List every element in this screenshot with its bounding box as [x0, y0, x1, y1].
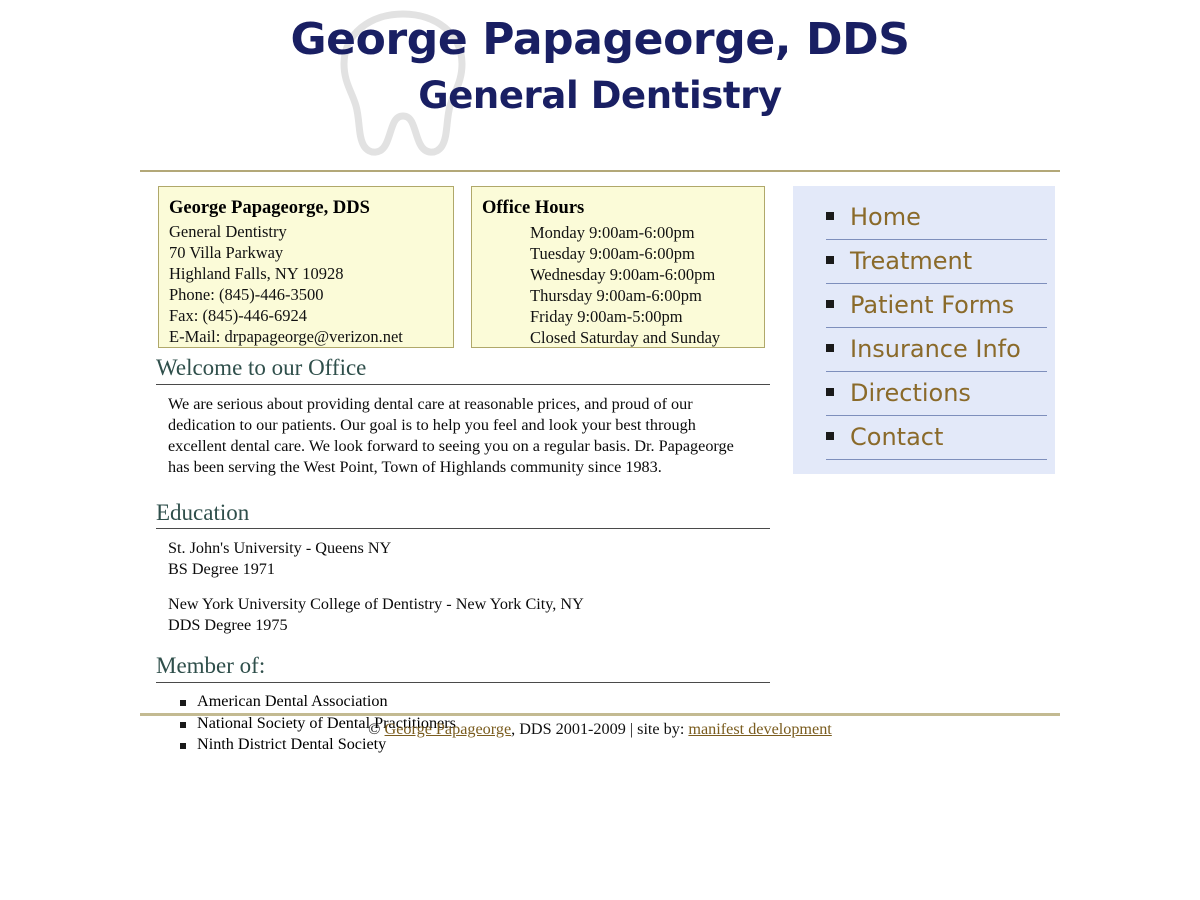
contact-line: 70 Villa Parkway: [169, 243, 284, 262]
bullet-square-icon: [826, 300, 834, 308]
education-entry: St. John's University - Queens NY BS Deg…: [168, 538, 758, 579]
education-heading: Education: [156, 499, 770, 530]
hours-line: Thursday 9:00am-6:00pm: [530, 286, 702, 306]
sidebar-item-home[interactable]: Home: [826, 200, 1047, 240]
hours-line: Monday 9:00am-6:00pm: [530, 223, 695, 243]
header-titles: George Papageorge, DDS General Dentistry: [0, 0, 1200, 115]
footer-middle-text: , DDS 2001-2009 | site by:: [511, 720, 689, 738]
welcome-paragraph: We are serious about providing dental ca…: [168, 394, 734, 476]
info-box-row: George Papageorge, DDS General Dentistry…: [140, 186, 780, 354]
sidebar-item-contact[interactable]: Contact: [826, 420, 1047, 460]
bullet-square-icon: [826, 344, 834, 352]
main-column: George Papageorge, DDS General Dentistry…: [140, 186, 780, 756]
bullet-square-icon: [826, 212, 834, 220]
bullet-square-icon: [826, 256, 834, 264]
sidebar-item-treatment[interactable]: Treatment: [826, 244, 1047, 284]
education-entry: New York University College of Dentistry…: [168, 594, 758, 635]
header-divider: [140, 170, 1060, 172]
contact-line: Fax: (845)-446-6924: [169, 305, 307, 325]
nav-link-label[interactable]: Contact: [850, 420, 1047, 454]
sidebar-item-directions[interactable]: Directions: [826, 376, 1047, 416]
site-title: George Papageorge, DDS: [290, 14, 910, 65]
nav-link-label[interactable]: Treatment: [850, 244, 1047, 278]
bullet-square-icon: [826, 388, 834, 396]
list-item: American Dental Association: [180, 691, 780, 713]
main-navigation: Home Treatment Patient Forms Insurance I…: [793, 186, 1055, 474]
education-degree: BS Degree 1971: [168, 560, 275, 579]
sidebar-item-patient-forms[interactable]: Patient Forms: [826, 288, 1047, 328]
hours-line-closed: Closed Saturday and Sunday: [530, 328, 721, 348]
footer-credit-link[interactable]: manifest development: [688, 720, 831, 738]
site-subtitle: General Dentistry: [418, 73, 782, 117]
contact-info-box: George Papageorge, DDS General Dentistry…: [158, 186, 454, 348]
page-footer: © George Papageorge, DDS 2001-2009 | sit…: [0, 718, 1200, 741]
education-degree: DDS Degree 1975: [168, 615, 288, 634]
page-header: George Papageorge, DDS General Dentistry: [0, 0, 1200, 160]
welcome-body: We are serious about providing dental ca…: [168, 394, 758, 478]
nav-link-label[interactable]: Directions: [850, 376, 1047, 410]
education-school: New York University College of Dentistry…: [168, 594, 584, 613]
hours-line: Tuesday 9:00am-6:00pm: [530, 244, 695, 264]
contact-line-email: E-Mail: drpapageorge@verizon.net: [169, 326, 403, 346]
hours-line: Wednesday 9:00am-6:00pm: [530, 265, 716, 285]
footer-owner-link[interactable]: George Papageorge: [385, 720, 512, 738]
hours-line: Friday 9:00am-5:00pm: [530, 307, 683, 327]
memberships-heading: Member of:: [156, 652, 770, 683]
nav-link-label[interactable]: Insurance Info: [850, 332, 1047, 366]
contact-line: General Dentistry: [169, 222, 287, 242]
sidebar-column: Home Treatment Patient Forms Insurance I…: [793, 186, 1055, 474]
bullet-square-icon: [826, 432, 834, 440]
education-section: Education St. John's University - Queens…: [140, 499, 780, 636]
nav-link-label[interactable]: Patient Forms: [850, 288, 1047, 322]
contact-line: Highland Falls, NY 10928: [169, 263, 344, 283]
hours-box-title: Office Hours: [482, 198, 585, 218]
welcome-heading: Welcome to our Office: [156, 354, 770, 385]
contact-box-title: George Papageorge, DDS: [169, 198, 370, 218]
education-school: St. John's University - Queens NY: [168, 539, 392, 558]
welcome-section: Welcome to our Office We are serious abo…: [140, 354, 780, 478]
education-body: St. John's University - Queens NY BS Deg…: [168, 538, 758, 635]
copyright-symbol: ©: [368, 720, 385, 738]
sidebar-item-insurance-info[interactable]: Insurance Info: [826, 332, 1047, 372]
nav-link-label[interactable]: Home: [850, 200, 1047, 234]
office-hours-box: Office Hours Monday 9:00am-6:00pm Tuesda…: [471, 186, 765, 348]
footer-divider: [140, 713, 1060, 716]
contact-line: Phone: (845)-446-3500: [169, 284, 324, 304]
